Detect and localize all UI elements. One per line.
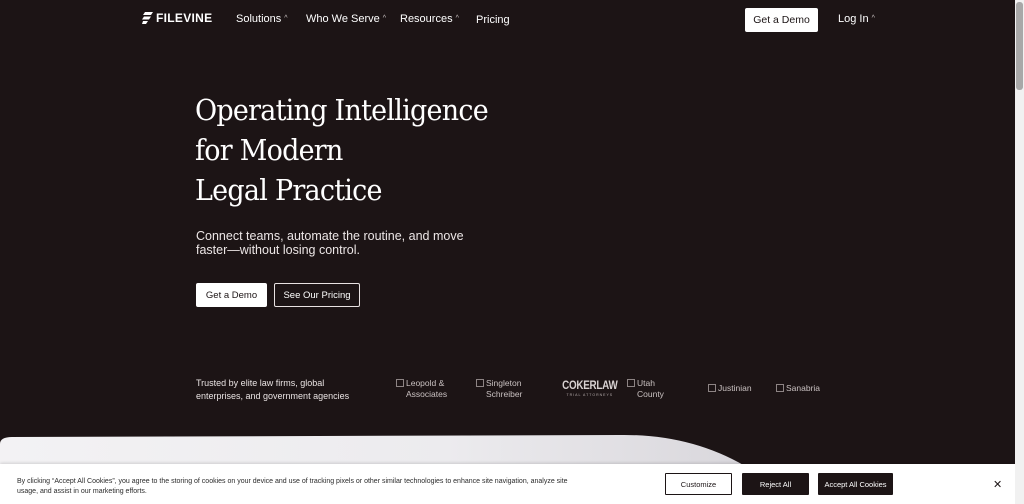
login-menu[interactable]: Log In ^ xyxy=(838,13,875,25)
nav-item-pricing[interactable]: Pricing xyxy=(476,14,510,26)
client-logo-leopold: Leopold & Associates xyxy=(396,378,456,400)
broken-image-icon xyxy=(396,379,404,387)
broken-image-icon xyxy=(476,379,484,387)
trusted-by-text: Trusted by elite law firms, global enter… xyxy=(196,378,350,401)
scrollbar-thumb[interactable] xyxy=(1016,2,1023,90)
caret-up-icon: ^ xyxy=(284,14,288,22)
client-logo-cokerlaw: COKERLAW TRIAL ATTORNEYS xyxy=(556,378,624,397)
cokerlaw-wordmark: COKERLAW xyxy=(562,378,618,392)
logo-alt-text: Sanabria xyxy=(786,383,821,393)
caret-up-icon: ^ xyxy=(871,14,875,22)
cookie-customize-button[interactable]: Customize xyxy=(665,473,732,495)
hero-title: Operating Intelligence for Modern Legal … xyxy=(195,90,493,210)
broken-image-icon xyxy=(708,384,716,392)
cokerlaw-tagline: TRIAL ATTORNEYS xyxy=(566,393,614,397)
nav-item-solutions[interactable]: Solutions ^ xyxy=(236,13,288,25)
logo-alt-text: Leopold & Associates xyxy=(406,378,448,399)
broken-image-icon xyxy=(776,384,784,392)
hero-subtitle: Connect teams, automate the routine, and… xyxy=(196,229,464,257)
client-logo-utah-county: Utah County xyxy=(627,378,665,400)
filevine-mark-icon xyxy=(142,12,153,24)
close-icon[interactable]: ✕ xyxy=(993,478,1002,491)
top-nav: FILEVINE Solutions ^ Who We Serve ^ Reso… xyxy=(0,0,1015,40)
page: FILEVINE Solutions ^ Who We Serve ^ Reso… xyxy=(0,0,1015,504)
see-pricing-button[interactable]: See Our Pricing xyxy=(274,283,360,307)
brand-name: FILEVINE xyxy=(156,11,213,25)
nav-get-demo-button[interactable]: Get a Demo xyxy=(745,8,818,32)
logo-alt-text: Utah County xyxy=(637,378,664,399)
client-logo-singleton: Singleton Schreiber xyxy=(476,378,534,400)
hero-title-line: Legal Practice xyxy=(195,173,382,207)
nav-label: Pricing xyxy=(476,14,510,26)
logo-alt-text: Singleton Schreiber xyxy=(486,378,523,399)
client-logo-justinian: Justinian xyxy=(708,383,768,405)
login-label: Log In xyxy=(838,13,869,25)
nav-label: Solutions xyxy=(236,13,282,25)
hero-title-line: for Modern xyxy=(195,133,343,167)
logo-alt-text: Justinian xyxy=(718,383,752,393)
cookie-reject-all-button[interactable]: Reject All xyxy=(742,473,809,495)
page-scrollbar[interactable] xyxy=(1015,0,1024,504)
nav-item-who-we-serve[interactable]: Who We Serve ^ xyxy=(306,13,386,25)
nav-label: Resources xyxy=(400,13,453,25)
nav-item-resources[interactable]: Resources ^ xyxy=(400,13,459,25)
cookie-accept-all-button[interactable]: Accept All Cookies xyxy=(818,473,893,495)
get-demo-button[interactable]: Get a Demo xyxy=(196,283,267,307)
hero-title-line: Operating Intelligence xyxy=(195,93,489,127)
client-logo-sanabria: Sanabria xyxy=(776,383,836,405)
caret-up-icon: ^ xyxy=(455,14,459,22)
filevine-logo[interactable]: FILEVINE xyxy=(142,11,212,25)
cookie-consent-text: By clicking “Accept All Cookies”, you ag… xyxy=(17,478,568,495)
caret-up-icon: ^ xyxy=(382,14,387,22)
broken-image-icon xyxy=(627,379,635,387)
nav-label: Who We Serve xyxy=(306,13,380,25)
